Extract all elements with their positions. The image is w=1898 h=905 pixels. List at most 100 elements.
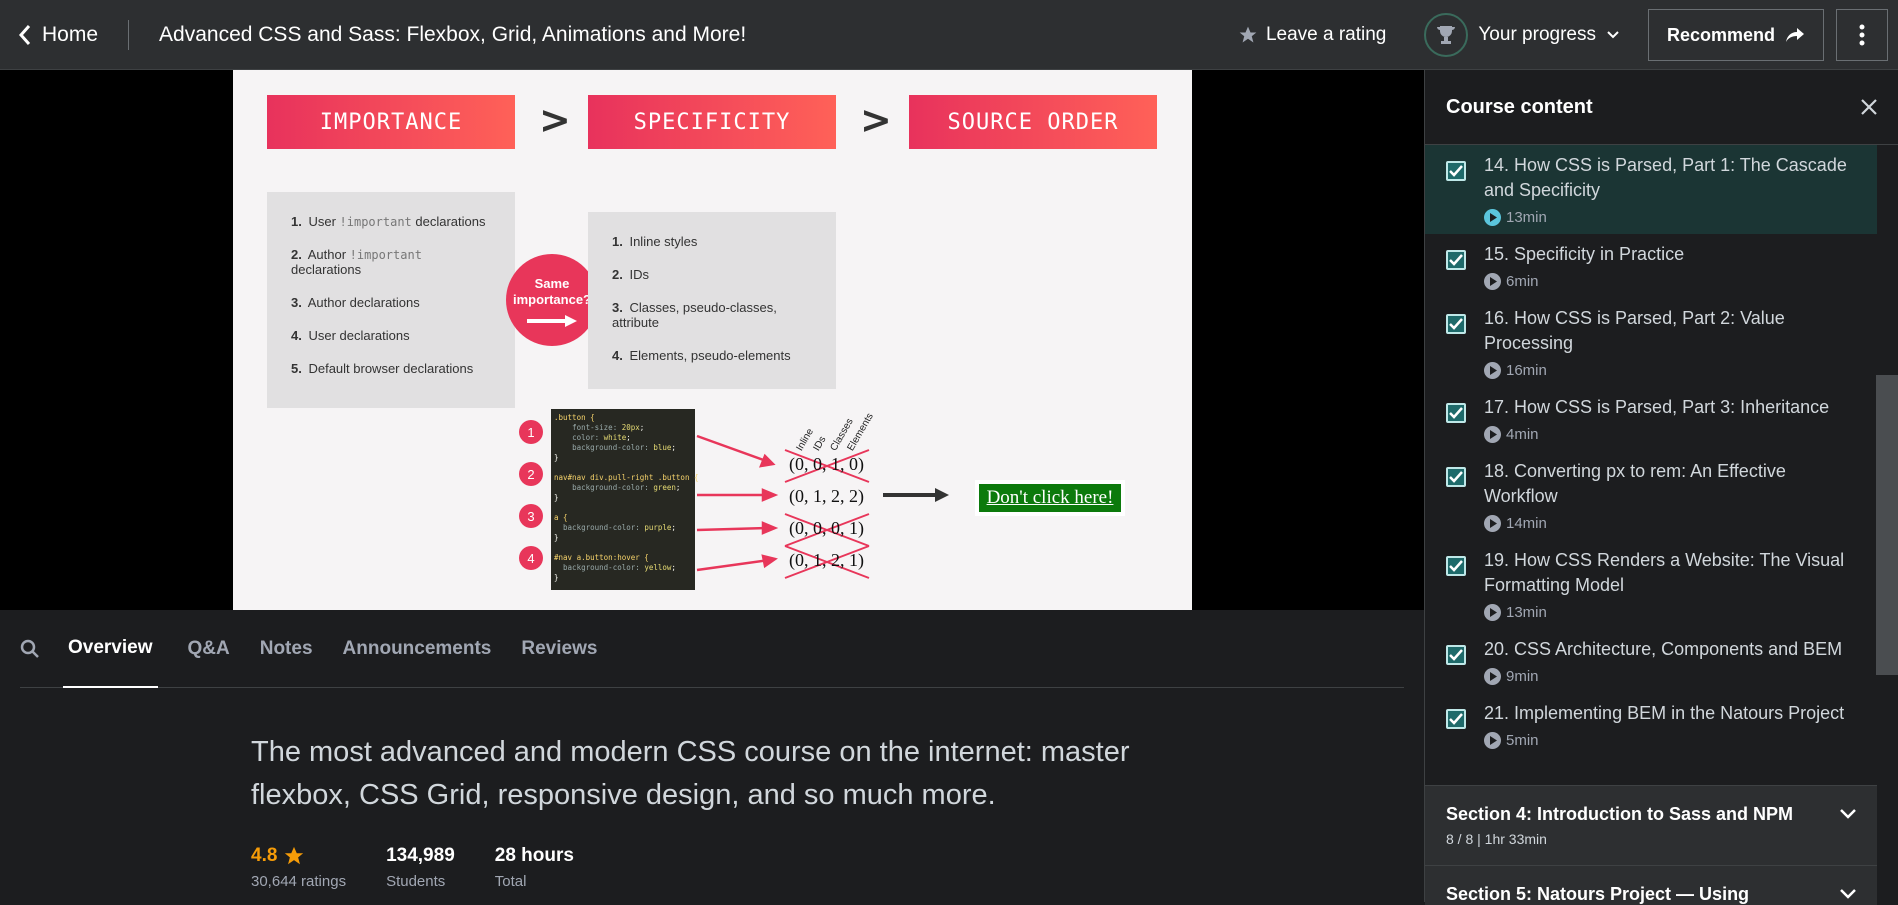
play-icon (1484, 604, 1501, 621)
lesson-item[interactable]: 21. Implementing BEM in the Natours Proj… (1425, 693, 1877, 757)
total-stat: 28 hours Total (495, 845, 574, 890)
lesson-duration: 4min (1484, 426, 1829, 443)
lesson-item[interactable]: 17. How CSS is Parsed, Part 3: Inheritan… (1425, 387, 1877, 451)
section-title: Section 4: Introduction to Sass and NPM (1446, 804, 1794, 824)
section-5-header[interactable]: Section 5: Natours Project — Using (1425, 865, 1877, 905)
tab-announcements[interactable]: Announcements (343, 610, 492, 688)
more-options-button[interactable] (1836, 9, 1888, 61)
checkmark-icon (1449, 471, 1463, 483)
search-icon[interactable] (20, 639, 40, 659)
sidebar-scrollbar[interactable] (1876, 375, 1898, 675)
checkmark-icon (1449, 318, 1463, 330)
lesson-item[interactable]: 19. How CSS Renders a Website: The Visua… (1425, 540, 1877, 629)
tab-notes[interactable]: Notes (260, 610, 313, 688)
total-hours: 28 hours (494, 845, 574, 866)
completed-checkbox[interactable] (1446, 161, 1466, 181)
lesson-title: 20. CSS Architecture, Components and BEM (1484, 639, 1843, 659)
lesson-title: 18. Converting px to rem: An Effective W… (1484, 461, 1786, 506)
course-tabs: Overview Q&A Notes Announcements Reviews (20, 610, 1404, 688)
completed-checkbox[interactable] (1446, 403, 1466, 423)
play-icon (1484, 668, 1501, 685)
chevron-left-icon (18, 24, 31, 45)
course-title: Advanced CSS and Sass: Flexbox, Grid, An… (159, 22, 747, 46)
lesson-duration: 5min (1484, 732, 1844, 749)
sidebar-header: Course content (1425, 70, 1898, 145)
play-icon (1484, 209, 1501, 226)
lesson-item[interactable]: 20. CSS Architecture, Components and BEM… (1425, 629, 1877, 693)
chevron-down-icon (1840, 889, 1856, 899)
slide-arrows (696, 434, 949, 579)
rating-stat: 4.8 30,644 ratings (251, 845, 346, 890)
tab-reviews[interactable]: Reviews (521, 610, 597, 688)
lesson-duration: 14min (1484, 515, 1861, 532)
course-stats: 4.8 30,644 ratings 134,989 Students 28 h… (251, 845, 614, 890)
recommend-button[interactable]: Recommend (1647, 9, 1824, 61)
home-link[interactable]: Home (0, 0, 128, 70)
students-count: 134,989 (386, 845, 455, 866)
tab-qa[interactable]: Q&A (188, 610, 230, 688)
specificity-score-2: (0, 1, 2, 2) (789, 486, 864, 506)
close-icon[interactable] (1860, 98, 1878, 116)
completed-checkbox[interactable] (1446, 250, 1466, 270)
lesson-title: 17. How CSS is Parsed, Part 3: Inheritan… (1484, 397, 1830, 417)
checkmark-icon (1449, 560, 1463, 572)
checkmark-icon (1449, 165, 1463, 177)
lesson-item[interactable]: 15. Specificity in Practice 6min (1425, 234, 1877, 298)
lesson-duration: 13min (1484, 604, 1861, 621)
lesson-title: 14. How CSS is Parsed, Part 1: The Casca… (1484, 155, 1847, 200)
course-description: The most advanced and modern CSS course … (251, 736, 1130, 811)
lesson-item[interactable]: 16. How CSS is Parsed, Part 2: Value Pro… (1425, 298, 1877, 387)
lesson-duration: 16min (1484, 362, 1861, 379)
specificity-score-3: (0, 0, 0, 1) (789, 518, 864, 538)
checkmark-icon (1449, 713, 1463, 725)
your-progress-label: Your progress (1478, 24, 1596, 45)
progress-ring (1424, 13, 1469, 57)
lesson-item[interactable]: 14. How CSS is Parsed, Part 1: The Casca… (1425, 145, 1877, 234)
checkmark-icon (1449, 407, 1463, 419)
star-icon (285, 846, 304, 865)
lesson-title: 19. How CSS Renders a Website: The Visua… (1484, 550, 1845, 595)
lesson-duration: 9min (1484, 668, 1842, 685)
leave-rating-button[interactable]: Leave a rating (1238, 24, 1386, 46)
play-icon (1484, 515, 1501, 532)
completed-checkbox[interactable] (1446, 556, 1466, 576)
lesson-title: 21. Implementing BEM in the Natours Proj… (1484, 703, 1845, 723)
lesson-list: 14. How CSS is Parsed, Part 1: The Casca… (1425, 145, 1877, 757)
recommend-label: Recommend (1666, 24, 1775, 45)
specificity-score-1: (0, 0, 1, 0) (789, 454, 864, 474)
rating-value: 4.8 (251, 845, 278, 866)
vertical-dots-icon (1859, 24, 1865, 46)
students-stat: 134,989 Students (386, 845, 455, 890)
chevron-down-icon (1840, 809, 1856, 819)
your-progress-button[interactable]: Your progress (1424, 13, 1620, 57)
tab-overview[interactable]: Overview (63, 610, 158, 688)
dont-click-button-demo: Don't click here! (975, 480, 1125, 516)
leave-rating-label: Leave a rating (1265, 24, 1387, 45)
ratings-count: 30,644 ratings (251, 873, 347, 890)
checkmark-icon (1449, 649, 1463, 661)
completed-checkbox[interactable] (1446, 314, 1466, 334)
completed-checkbox[interactable] (1446, 709, 1466, 729)
section-progress: 8 / 8 | 1hr 33min (1446, 831, 1547, 847)
chevron-down-icon (1607, 31, 1619, 39)
trophy-icon (1437, 26, 1456, 44)
lesson-duration: 13min (1484, 209, 1861, 226)
home-label: Home (42, 22, 99, 46)
play-icon (1484, 732, 1501, 749)
lesson-title: 16. How CSS is Parsed, Part 2: Value Pro… (1484, 308, 1785, 353)
section-4-header[interactable]: Section 4: Introduction to Sass and NPM … (1425, 785, 1877, 865)
star-icon (1239, 26, 1257, 43)
specificity-score-4: (0, 1, 2, 1) (789, 550, 864, 570)
course-content-sidebar: Course content 14. How CSS is Parsed, Pa… (1424, 70, 1898, 905)
completed-checkbox[interactable] (1446, 467, 1466, 487)
lesson-item[interactable]: 18. Converting px to rem: An Effective W… (1425, 451, 1877, 540)
play-icon (1484, 273, 1501, 290)
checkmark-icon (1449, 254, 1463, 266)
sidebar-title: Course content (1446, 95, 1593, 118)
video-player[interactable]: IMPORTANCE > SPECIFICITY > SOURCE ORDER … (0, 70, 1424, 610)
top-bar: Home Advanced CSS and Sass: Flexbox, Gri… (0, 0, 1898, 70)
completed-checkbox[interactable] (1446, 645, 1466, 665)
header-divider (128, 19, 130, 50)
students-label: Students (386, 873, 446, 890)
lesson-duration: 6min (1484, 273, 1684, 290)
